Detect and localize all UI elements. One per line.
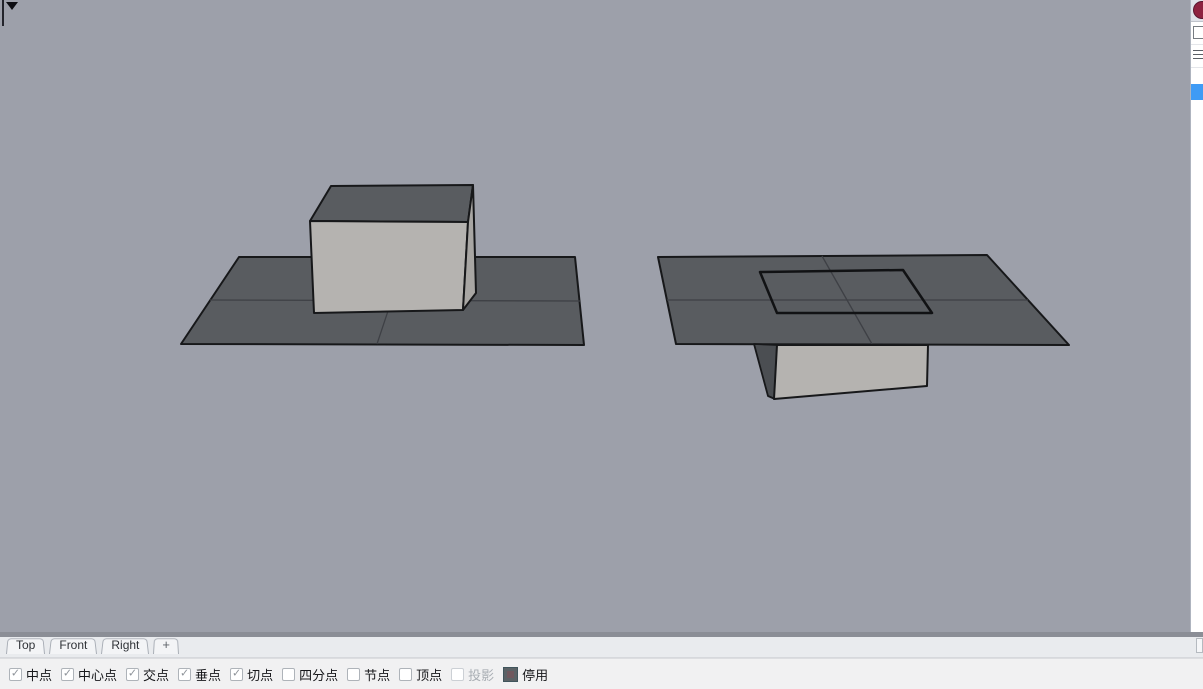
- panel-row-document[interactable]: [1191, 22, 1203, 45]
- osnap-knot[interactable]: 节点: [347, 665, 390, 684]
- osnap-perpendicular-label: 垂点: [195, 665, 221, 684]
- plus-icon: +: [153, 637, 179, 653]
- osnap-disable[interactable]: 停用: [503, 665, 548, 684]
- osnap-intersection-checkbox[interactable]: ✓: [126, 668, 139, 681]
- caret-bar-icon: [2, 0, 4, 26]
- osnap-knot-checkbox[interactable]: [347, 668, 360, 681]
- right-plane-object[interactable]: [658, 255, 1069, 345]
- osnap-intersection[interactable]: ✓ 交点: [126, 665, 169, 684]
- osnap-project[interactable]: 投影: [451, 665, 494, 684]
- osnap-toolbar: ✓ 中点 ✓ 中心点 ✓ 交点 ✓ 垂点 ✓ 切点 四分点 节点 顶点: [0, 658, 1203, 689]
- check-icon: ✓: [128, 668, 137, 679]
- left-box-object[interactable]: [310, 185, 476, 313]
- osnap-disable-label: 停用: [522, 665, 548, 684]
- check-icon: ✓: [11, 668, 20, 679]
- osnap-quadrant-label: 四分点: [299, 665, 338, 684]
- osnap-perpendicular-checkbox[interactable]: ✓: [178, 668, 191, 681]
- osnap-tangent-checkbox[interactable]: ✓: [230, 668, 243, 681]
- perspective-viewport[interactable]: [0, 0, 1190, 633]
- command-caret[interactable]: [2, 0, 22, 28]
- osnap-intersection-label: 交点: [143, 665, 169, 684]
- osnap-quadrant[interactable]: 四分点: [282, 665, 338, 684]
- osnap-knot-label: 节点: [364, 665, 390, 684]
- osnap-midpoint-label: 中点: [26, 665, 52, 684]
- osnap-project-checkbox[interactable]: [451, 668, 464, 681]
- osnap-vertex-label: 顶点: [416, 665, 442, 684]
- osnap-quadrant-checkbox[interactable]: [282, 668, 295, 681]
- osnap-center[interactable]: ✓ 中心点: [61, 665, 117, 684]
- viewport-tab-bar: Top Front Right +: [0, 637, 1203, 658]
- panel-row-list[interactable]: [1191, 45, 1203, 68]
- osnap-vertex-checkbox[interactable]: [399, 668, 412, 681]
- selected-item-bar[interactable]: [1191, 84, 1203, 100]
- tab-front[interactable]: Front: [49, 637, 97, 654]
- osnap-vertex[interactable]: 顶点: [399, 665, 442, 684]
- panel-tab-strip[interactable]: [1191, 0, 1203, 22]
- osnap-disable-swatch[interactable]: [503, 667, 518, 682]
- add-viewport-tab-button[interactable]: +: [153, 637, 179, 654]
- osnap-midpoint-checkbox[interactable]: ✓: [9, 668, 22, 681]
- tab-top[interactable]: Top: [6, 637, 45, 654]
- osnap-midpoint[interactable]: ✓ 中点: [9, 665, 52, 684]
- osnap-center-checkbox[interactable]: ✓: [61, 668, 74, 681]
- tab-front-label: Front: [49, 637, 97, 653]
- tab-top-label: Top: [6, 637, 45, 653]
- tab-right-label: Right: [101, 637, 149, 653]
- check-icon: ✓: [63, 668, 72, 679]
- osnap-tangent-label: 切点: [247, 665, 273, 684]
- check-icon: ✓: [180, 668, 189, 679]
- right-box-object[interactable]: [754, 344, 928, 399]
- tab-right[interactable]: Right: [101, 637, 149, 654]
- check-icon: ✓: [232, 668, 241, 679]
- viewport-canvas[interactable]: [0, 0, 1190, 633]
- document-icon: [1193, 26, 1203, 39]
- rhino-sphere-icon: [1193, 1, 1203, 19]
- osnap-tangent[interactable]: ✓ 切点: [230, 665, 273, 684]
- right-sidebar-sliver: [1190, 0, 1203, 632]
- list-icon: [1193, 50, 1203, 62]
- osnap-center-label: 中心点: [78, 665, 117, 684]
- osnap-project-label: 投影: [468, 665, 494, 684]
- tab-scroll-button[interactable]: [1196, 638, 1203, 653]
- osnap-perpendicular[interactable]: ✓ 垂点: [178, 665, 221, 684]
- rhino-window: Top Front Right + ✓ 中点 ✓ 中心点 ✓ 交点 ✓ 垂点: [0, 0, 1203, 689]
- dropdown-arrow-icon: [6, 2, 18, 10]
